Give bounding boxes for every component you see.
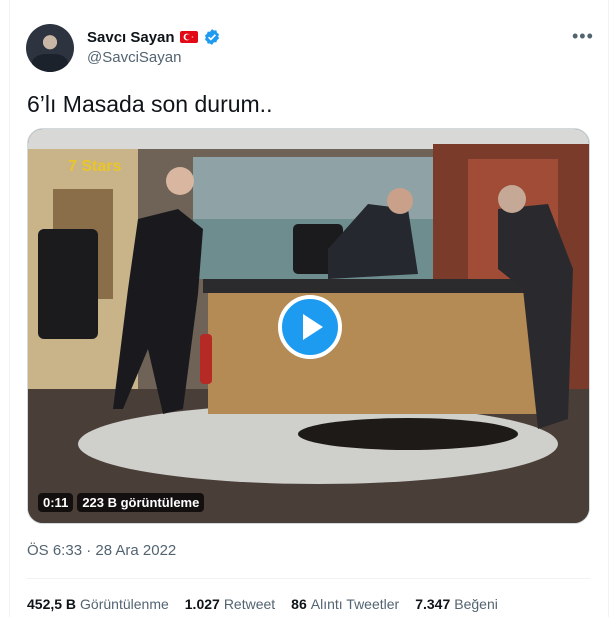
video-badges: 0:11 223 B görüntüleme [38, 493, 205, 512]
video-player[interactable]: 7 Stars 0:11 223 B görüntüleme [27, 128, 590, 524]
stat-quote-tweets-label: Alıntı Tweetler [310, 596, 400, 612]
more-options-icon[interactable]: ••• [572, 26, 594, 47]
channel-logo-text: 7 Stars [68, 158, 121, 175]
stat-likes[interactable]: 7.347 Beğeni [415, 596, 498, 612]
turkey-flag-icon [179, 31, 198, 43]
stat-likes-value: 7.347 [415, 596, 451, 612]
stat-quote-tweets-value: 86 [291, 596, 307, 612]
author-display-name[interactable]: Savcı Sayan [87, 29, 175, 46]
tweet-timestamp[interactable]: ÖS 6:33 · 28 Ara 2022 [27, 542, 176, 559]
video-view-count: 223 B görüntüleme [77, 493, 205, 512]
stat-likes-label: Beğeni [454, 596, 498, 612]
stat-retweets-label: Retweet [223, 596, 276, 612]
stat-quote-tweets[interactable]: 86 Alıntı Tweetler [291, 596, 399, 612]
stat-retweets[interactable]: 1.027 Retweet [185, 596, 275, 612]
avatar[interactable] [26, 24, 74, 72]
video-duration: 0:11 [38, 493, 74, 512]
stat-retweets-value: 1.027 [184, 596, 220, 612]
stat-views[interactable]: 452,5 B Görüntülenme [27, 596, 169, 612]
stat-views-value: 452,5 B [27, 596, 77, 612]
verified-badge-icon [203, 28, 221, 46]
play-button[interactable] [278, 295, 342, 359]
tweet-stats: 452,5 B Görüntülenme 1.027 Retweet 86 Al… [27, 596, 498, 612]
stat-views-label: Görüntülenme [80, 596, 169, 612]
author-name-row[interactable]: Savcı Sayan [87, 28, 221, 46]
tweet-text: 6’lı Masada son durum.. [27, 91, 273, 117]
author-handle[interactable]: @SavciSayan [87, 49, 181, 66]
divider [27, 578, 590, 579]
